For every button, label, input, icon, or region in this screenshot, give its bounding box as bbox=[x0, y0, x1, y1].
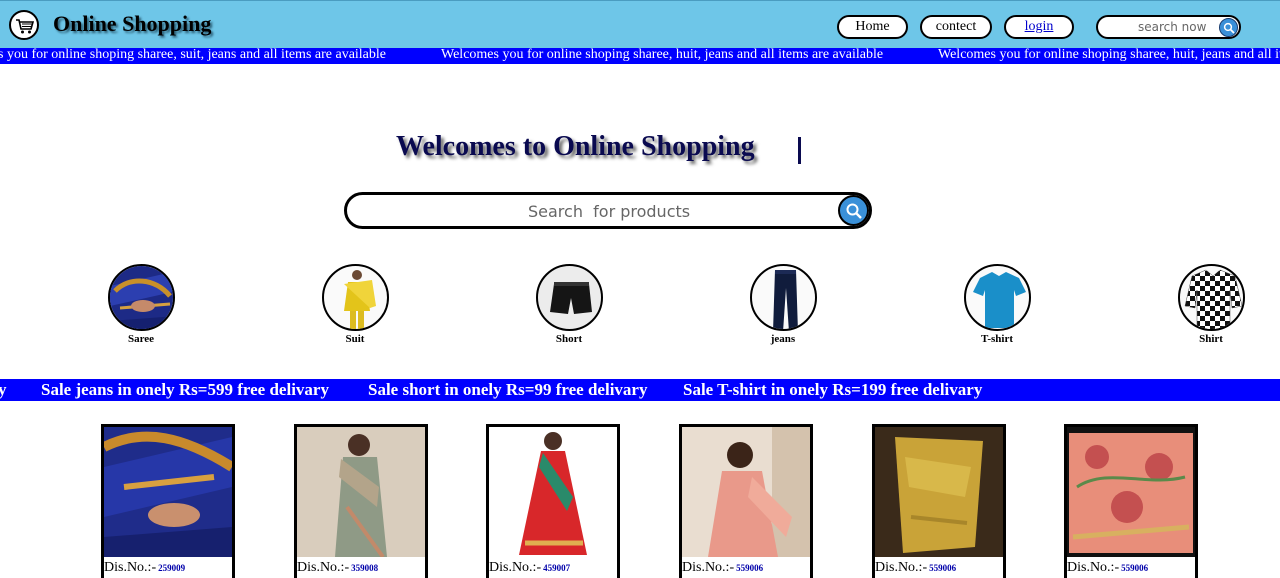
brand-title: Online Shopping bbox=[53, 11, 212, 36]
welcome-marquee: s you for online shoping sharee, suit, j… bbox=[0, 48, 1280, 64]
nav-home-button[interactable]: Home bbox=[837, 15, 908, 39]
product-dis-no: Dis.No.:- 359008 bbox=[297, 560, 378, 576]
nav-login-link[interactable]: login bbox=[1004, 15, 1074, 39]
product-card[interactable]: Dis.No.:- 559006 bbox=[1064, 424, 1198, 578]
product-image[interactable] bbox=[1067, 427, 1195, 557]
dis-number: 459007 bbox=[543, 563, 571, 573]
hero-title: Welcomes to Online Shopping bbox=[396, 131, 755, 162]
dis-number: 559006 bbox=[1121, 563, 1149, 573]
shirt-image[interactable] bbox=[1177, 264, 1245, 331]
product-card[interactable]: Dis.No.:- 359008 bbox=[294, 424, 428, 578]
category-suit[interactable]: Suit bbox=[315, 264, 395, 345]
dis-label: Dis.No.:- bbox=[875, 560, 928, 575]
jeans-image[interactable] bbox=[749, 264, 817, 331]
category-label: Shirt bbox=[1199, 333, 1223, 345]
sale-text: y bbox=[0, 380, 7, 399]
product-card[interactable]: Dis.No.:- 559006 bbox=[872, 424, 1006, 578]
sale-text: Sale jeans in onely Rs=599 free delivary bbox=[41, 380, 329, 399]
marquee-text: s you for online shoping sharee, suit, j… bbox=[0, 48, 387, 62]
sale-text: Sale T-shirt in onely Rs=199 free deliva… bbox=[683, 380, 983, 399]
category-label: Short bbox=[555, 333, 583, 345]
dis-label: Dis.No.:- bbox=[297, 560, 350, 575]
product-card[interactable]: Dis.No.:- 559006 bbox=[679, 424, 813, 578]
dis-label: Dis.No.:- bbox=[682, 560, 735, 575]
nav-contact-button[interactable]: contect bbox=[920, 15, 992, 39]
product-dis-no: Dis.No.:- 559006 bbox=[875, 560, 956, 576]
product-search-input[interactable]: Search for products bbox=[344, 192, 872, 229]
dis-number: 559006 bbox=[736, 563, 764, 573]
category-short[interactable]: Short bbox=[529, 264, 609, 345]
product-dis-no: Dis.No.:- 559006 bbox=[682, 560, 763, 576]
product-image[interactable] bbox=[297, 427, 425, 557]
typing-cursor bbox=[798, 137, 801, 164]
suit-image[interactable] bbox=[321, 264, 389, 331]
category-shirt[interactable]: Shirt bbox=[1171, 264, 1251, 345]
dis-label: Dis.No.:- bbox=[1067, 560, 1120, 575]
dis-label: Dis.No.:- bbox=[489, 560, 542, 575]
category-saree[interactable]: Saree bbox=[101, 264, 181, 345]
category-label: jeans bbox=[770, 333, 796, 345]
product-dis-no: Dis.No.:- 459007 bbox=[489, 560, 570, 576]
category-jeans[interactable]: jeans bbox=[743, 264, 823, 345]
dis-number: 359008 bbox=[351, 563, 379, 573]
header-search-placeholder: search now bbox=[1138, 20, 1207, 34]
category-label: Saree bbox=[127, 333, 155, 345]
dis-number: 559006 bbox=[929, 563, 957, 573]
product-card[interactable]: Dis.No.:- 259009 bbox=[101, 424, 235, 578]
top-header: Online Shopping Home contect login searc… bbox=[0, 0, 1280, 48]
category-tshirt[interactable]: T-shirt bbox=[957, 264, 1037, 345]
search-icon[interactable] bbox=[838, 195, 869, 226]
tshirt-image[interactable] bbox=[963, 264, 1031, 331]
saree-image[interactable] bbox=[107, 264, 175, 331]
dis-label: Dis.No.:- bbox=[104, 560, 157, 575]
product-image[interactable] bbox=[104, 427, 232, 557]
category-label: Suit bbox=[345, 333, 365, 345]
short-image[interactable] bbox=[535, 264, 603, 331]
product-image[interactable] bbox=[682, 427, 810, 557]
marquee-text: Welcomes you for online shoping sharee, … bbox=[938, 48, 1280, 62]
sale-marquee: y Sale jeans in onely Rs=599 free deliva… bbox=[0, 379, 1280, 401]
dis-number: 259009 bbox=[158, 563, 186, 573]
marquee-text: Welcomes you for online shoping sharee, … bbox=[441, 48, 884, 62]
product-dis-no: Dis.No.:- 559006 bbox=[1067, 560, 1148, 576]
shopping-cart-icon[interactable] bbox=[9, 10, 39, 40]
product-card[interactable]: Dis.No.:- 459007 bbox=[486, 424, 620, 578]
product-image[interactable] bbox=[875, 427, 1003, 557]
product-image[interactable] bbox=[489, 427, 617, 557]
category-label: T-shirt bbox=[981, 333, 1013, 345]
product-dis-no: Dis.No.:- 259009 bbox=[104, 560, 185, 576]
product-search-placeholder: Search for products bbox=[528, 202, 691, 221]
sale-text: Sale short in onely Rs=99 free delivary bbox=[368, 380, 648, 399]
search-icon[interactable] bbox=[1219, 18, 1238, 37]
header-search-input[interactable]: search now bbox=[1096, 15, 1241, 39]
